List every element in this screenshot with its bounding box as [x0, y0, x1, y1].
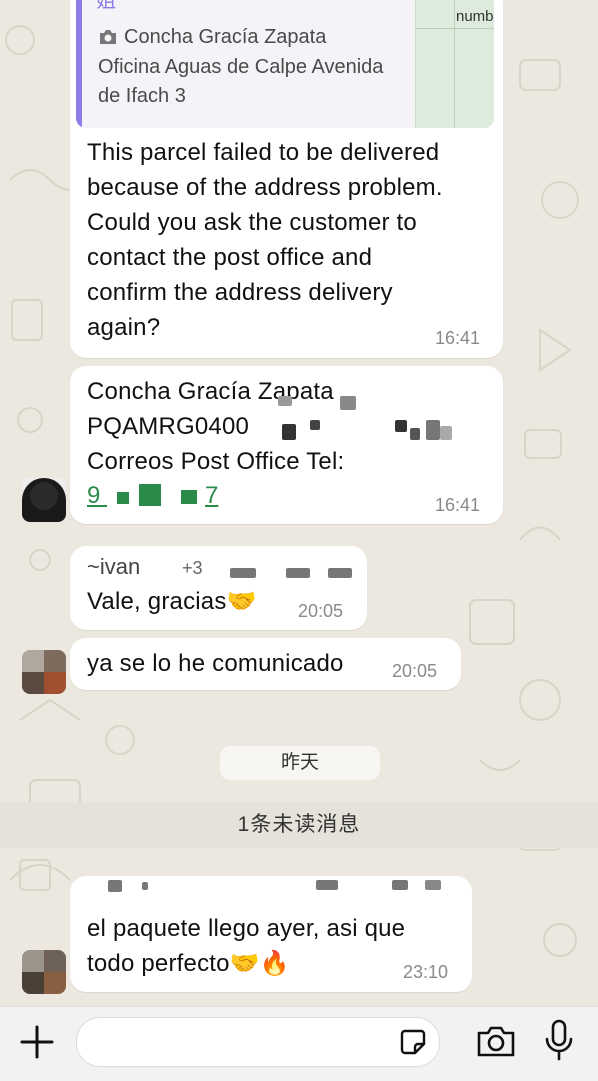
composer-bar	[0, 1006, 598, 1081]
message-1-line-4: contact the post office and	[87, 244, 373, 271]
date-divider: 昨天	[220, 746, 380, 780]
sender-name[interactable]: ~ivan	[87, 554, 140, 580]
redaction-block	[328, 568, 352, 578]
message-2-time: 16:41	[435, 495, 481, 515]
message-5-time: 23:10	[403, 962, 449, 982]
sticker-icon[interactable]	[399, 1028, 427, 1056]
message-5-line-1: el paquete llego ayer, asi que	[87, 915, 406, 942]
redaction-block	[410, 428, 420, 440]
unread-messages-banner: 1条未读消息	[0, 802, 598, 848]
message-2-line-1: Concha Gracía Zapata	[87, 378, 334, 405]
quote-accent-bar	[76, 0, 82, 128]
redaction-block	[139, 484, 161, 506]
message-4-text: ya se lo he comunicado	[87, 650, 344, 677]
redaction-block	[142, 882, 148, 890]
phone-start: 9	[87, 482, 101, 509]
redaction-block	[426, 420, 440, 440]
plus-icon[interactable]	[18, 1023, 56, 1061]
message-input[interactable]	[76, 1017, 440, 1067]
message-2-line-2: PQAMRG0400	[87, 413, 250, 440]
microphone-icon[interactable]	[544, 1019, 574, 1063]
quote-top-fragment: 姐	[96, 0, 116, 12]
message-1-line-6: again?	[87, 314, 161, 341]
redaction-block	[286, 568, 310, 578]
sender-avatar[interactable]	[22, 478, 66, 522]
quote-thumbnail[interactable]: numb	[415, 0, 494, 128]
redaction-block	[340, 396, 356, 410]
message-2-line-3: Correos Post Office Tel:	[87, 448, 345, 475]
message-3-text: Vale, gracias🤝	[87, 588, 257, 615]
message-1-line-3: Could you ask the customer to	[87, 209, 417, 236]
message-1-line-5: confirm the address delivery	[87, 279, 393, 306]
thumbnail-text: numb	[456, 8, 494, 25]
redaction-block	[440, 426, 452, 440]
message-1-line-2: because of the address problem.	[87, 174, 443, 201]
date-divider-label: 昨天	[280, 752, 319, 773]
message-bubble-3[interactable]: ~ivan +3 Vale, gracias🤝 20:05	[70, 546, 367, 630]
quoted-message[interactable]: 姐 Concha Gracía Zapata Oficina Aguas de …	[76, 0, 494, 128]
phone-end: 7	[205, 482, 219, 509]
message-bubble-2[interactable]: Concha Gracía Zapata PQAMRG0400 Correos …	[70, 366, 503, 524]
message-bubble-1[interactable]: 姐 Concha Gracía Zapata Oficina Aguas de …	[70, 0, 503, 358]
phone-number-link[interactable]: 9 7	[87, 482, 218, 510]
quote-line-3: de Ifach 3	[98, 85, 186, 107]
message-bubble-5[interactable]: el paquete llego ayer, asi que todo perf…	[70, 876, 472, 992]
message-5-line-2: todo perfecto🤝🔥	[87, 950, 290, 977]
message-bubble-4[interactable]: ya se lo he comunicado 20:05	[70, 638, 461, 690]
redaction-block	[108, 880, 122, 892]
redaction-block	[117, 492, 129, 504]
sender-avatar[interactable]	[22, 650, 66, 694]
redaction-block	[230, 568, 256, 578]
camera-icon	[98, 28, 118, 52]
redaction-block	[282, 424, 296, 440]
redaction-block	[181, 490, 197, 504]
redaction-block	[278, 396, 292, 406]
redaction-block	[310, 420, 320, 430]
message-1-time: 16:41	[435, 328, 481, 348]
redaction-block	[425, 880, 441, 890]
message-3-time: 20:05	[298, 601, 344, 621]
redaction-block	[392, 880, 408, 890]
message-1-line-1: This parcel failed to be delivered	[87, 139, 440, 166]
sender-avatar[interactable]	[22, 950, 66, 994]
redaction-block	[316, 880, 338, 890]
sender-phone-prefix: +3	[182, 558, 203, 578]
quote-line-2: Oficina Aguas de Calpe Avenida	[98, 56, 384, 78]
quote-line-1: Concha Gracía Zapata	[124, 26, 327, 48]
unread-banner-label: 1条未读消息	[237, 813, 361, 836]
camera-icon[interactable]	[476, 1025, 516, 1059]
message-4-time: 20:05	[392, 661, 438, 681]
redaction-block	[395, 420, 407, 432]
